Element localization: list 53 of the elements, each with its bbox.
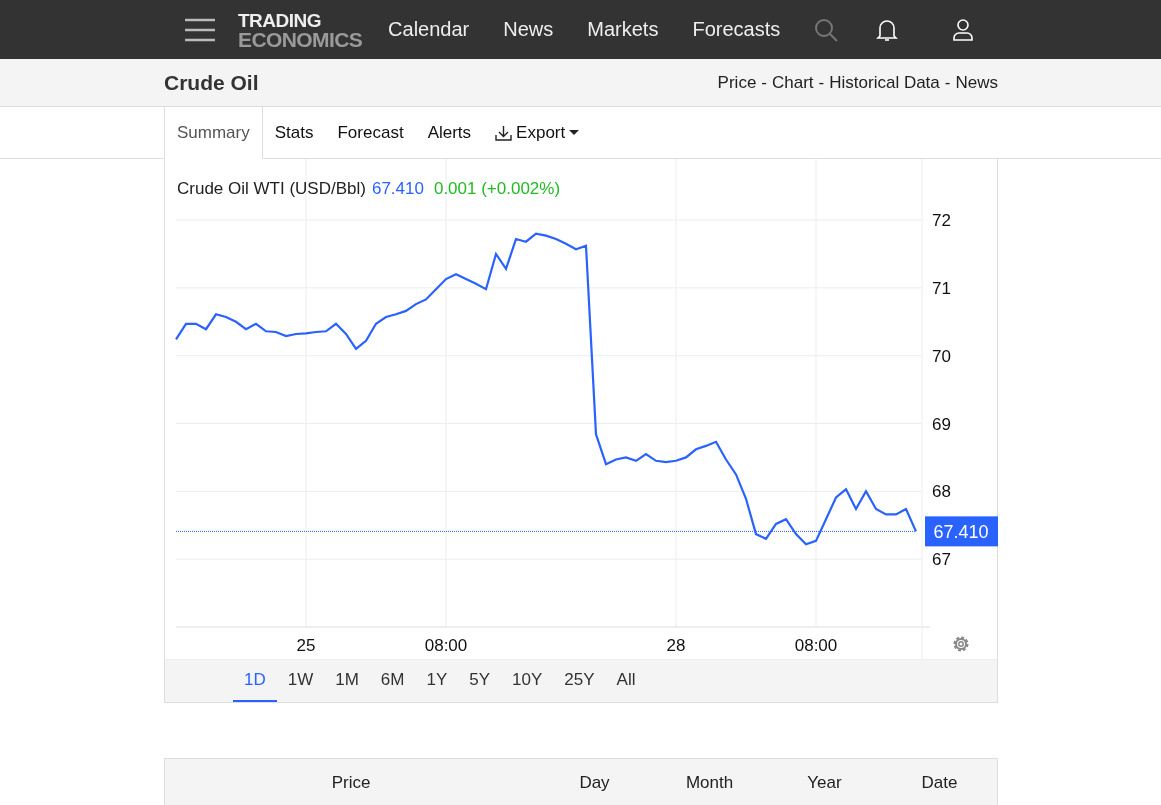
page-title: Crude Oil [164, 70, 259, 95]
last-price-tag: 67.410 [925, 516, 998, 547]
column-header: Price [330, 773, 372, 793]
tab[interactable]: Forecast [325, 107, 416, 159]
tab[interactable]: Export [483, 107, 592, 159]
section-link[interactable]: Price [717, 72, 757, 93]
y-axis-label: 67 [932, 550, 951, 570]
x-axis-label: 28 [666, 636, 686, 655]
tab[interactable]: Summary [164, 107, 263, 159]
section-link[interactable]: Chart [772, 72, 814, 93]
price-change: 0.001 (+0.002%) [433, 179, 561, 199]
range-button[interactable]: 5Y [458, 660, 502, 702]
y-axis-label: 68 [932, 482, 951, 502]
column-header: Date [920, 773, 959, 793]
range-button[interactable]: 1Y [415, 660, 459, 702]
series-name: Crude Oil WTI (USD/Bbl) [177, 179, 366, 199]
range-button[interactable]: 10Y [501, 660, 554, 702]
search-icon[interactable] [814, 17, 839, 42]
section-link[interactable]: News [955, 72, 998, 93]
nav-link[interactable]: Calendar [388, 18, 470, 41]
nav-link[interactable]: Markets [587, 18, 659, 41]
bell-icon[interactable] [876, 17, 899, 42]
y-axis-label: 69 [932, 414, 951, 434]
download-icon [495, 125, 513, 141]
range-button[interactable]: 25Y [553, 660, 606, 702]
link-separator: - [761, 72, 767, 93]
y-axis-label: 71 [932, 278, 951, 298]
menu-icon[interactable] [185, 17, 215, 42]
nav-link[interactable]: Forecasts [692, 18, 781, 41]
caret-icon [569, 130, 580, 136]
column-header: Year [806, 773, 843, 793]
range-button[interactable]: All [605, 660, 647, 702]
range-button[interactable]: 1W [276, 660, 325, 702]
section-link[interactable]: Historical Data [829, 72, 940, 93]
link-separator: - [944, 72, 951, 93]
price-value: 67.410 [371, 179, 424, 199]
site-logo[interactable]: TRADING ECONOMICS [238, 11, 363, 50]
link-separator: - [818, 72, 825, 93]
x-axis-label: 08:00 [794, 636, 838, 655]
x-axis-label: 08:00 [424, 636, 468, 655]
range-button[interactable]: 1D [233, 660, 277, 702]
nav-link[interactable]: News [503, 18, 554, 41]
tab[interactable]: Stats [262, 107, 326, 159]
column-header: Day [578, 773, 611, 793]
y-axis-label: 70 [932, 346, 951, 366]
tab[interactable]: Alerts [415, 107, 484, 159]
x-axis-label: 25 [296, 636, 316, 655]
range-button[interactable]: 1M [324, 660, 370, 702]
user-icon[interactable] [952, 18, 975, 41]
settings-icon[interactable] [953, 636, 969, 652]
range-button[interactable]: 6M [369, 660, 416, 702]
y-axis-label: 72 [932, 211, 951, 231]
column-header: Month [684, 773, 735, 793]
